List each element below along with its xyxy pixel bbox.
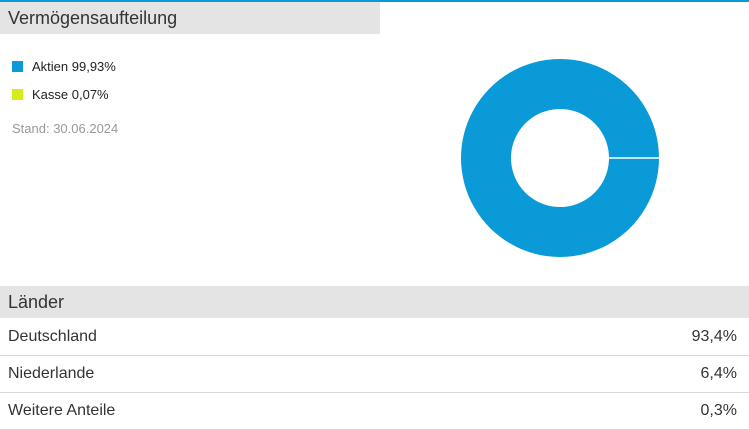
legend-item-kasse: Kasse 0,07% (12, 84, 116, 104)
country-share: 6,4% (700, 365, 737, 382)
legend-label-aktien: Aktien 99,93% (32, 58, 116, 74)
chart-legend: Aktien 99,93% Kasse 0,07% (12, 56, 116, 112)
table-row: Weitere Anteile 0,3% (0, 393, 749, 430)
country-name: Niederlande (8, 365, 95, 382)
table-row: Niederlande 6,4% (0, 356, 749, 393)
legend-swatch-kasse (12, 88, 23, 100)
country-name: Weitere Anteile (8, 402, 116, 419)
stand-date: Stand: 30.06.2024 (12, 121, 119, 136)
legend-label-kasse: Kasse 0,07% (32, 86, 109, 102)
table-row: Deutschland 93,4% (0, 319, 749, 356)
legend-item-aktien: Aktien 99,93% (12, 56, 116, 76)
country-share: 0,3% (700, 402, 737, 419)
country-name: Deutschland (8, 328, 97, 345)
allocation-heading: Vermögensaufteilung (0, 2, 380, 34)
countries-heading: Länder (0, 286, 749, 318)
country-share: 93,4% (691, 328, 737, 345)
legend-swatch-aktien (12, 60, 23, 72)
donut-chart (461, 59, 659, 258)
countries-table: Deutschland 93,4% Niederlande 6,4% Weite… (0, 319, 749, 430)
